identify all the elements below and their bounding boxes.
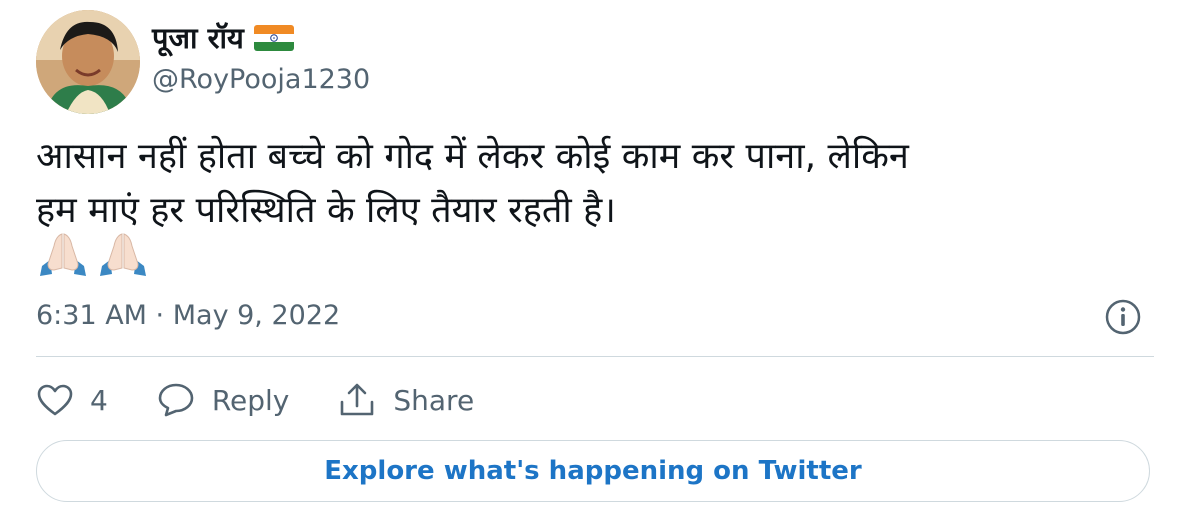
tweet-card: पूजा रॉय @RoyPooja1230 आसान नहीं होता बच… [0,0,1200,506]
author-name-row[interactable]: पूजा रॉय [152,18,294,58]
action-bar: 4 Reply Share [36,376,522,424]
like-button[interactable]: 4 [36,383,108,417]
avatar-image [36,10,140,114]
share-button[interactable]: Share [337,382,474,418]
avatar[interactable] [36,10,140,114]
reply-button[interactable]: Reply [156,382,290,418]
folded-hands-icon [40,233,86,276]
author-handle[interactable]: @RoyPooja1230 [152,62,370,98]
share-icon [341,383,374,416]
folded-hands-icon [100,233,146,276]
heart-icon [37,384,73,416]
tweet-text-line: आसान नहीं होता बच्चे को गोद में लेकर कोई… [36,136,909,177]
like-count: 4 [90,383,108,417]
reply-bubble-icon [158,383,194,417]
share-label: Share [393,383,475,417]
india-flag-icon [253,25,294,51]
info-icon[interactable] [1104,298,1142,336]
reply-label: Reply [211,383,290,417]
author-display-name[interactable]: पूजा रॉय [152,18,244,58]
divider [36,356,1154,357]
tweet-timestamp[interactable]: 6:31 AM · May 9, 2022 [36,296,340,336]
tweet-text: आसान नहीं होता बच्चे को गोद में लेकर कोई… [36,130,1166,238]
tweet-text-line: हम माएं हर परिस्थिति के लिए तैयार रहती ह… [36,190,616,231]
explore-twitter-button[interactable]: Explore what's happening on Twitter [36,440,1150,502]
emoji-row [36,230,150,282]
